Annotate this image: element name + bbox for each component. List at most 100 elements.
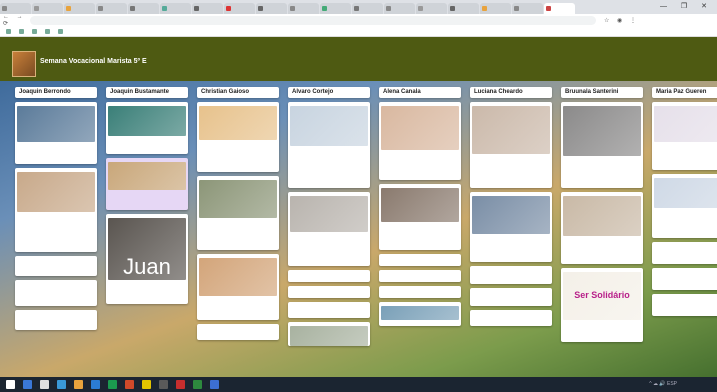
column-header[interactable]: Joaquin Berrondo [15,87,97,98]
juan-caption: Juan [123,254,171,279]
post-card[interactable] [288,102,370,188]
post-image [472,196,550,234]
column-header[interactable]: Alvaro Cortejo [288,87,370,98]
browser-tab[interactable] [128,3,159,14]
system-tray[interactable]: ^ ☁ 🔊 ESP [649,381,677,387]
column-header[interactable]: Joaquin Bustamante [106,87,188,98]
bookmark-item[interactable] [19,28,26,34]
post-card[interactable] [470,192,552,262]
post-card[interactable] [15,102,97,164]
taskbar-app-icon[interactable] [74,380,83,389]
post-card[interactable] [15,280,97,306]
post-card[interactable] [379,302,461,326]
browser-tab[interactable] [320,3,351,14]
taskbar-app-icon[interactable] [159,380,168,389]
post-card[interactable] [470,288,552,306]
bookmark-item[interactable] [58,28,65,34]
post-card[interactable] [652,268,717,290]
taskbar-app-icon[interactable] [125,380,134,389]
column-header[interactable]: Christian Gaioso [197,87,279,98]
post-image [17,172,95,212]
post-card[interactable] [561,102,643,188]
taskbar-app-icon[interactable] [40,380,49,389]
post-card[interactable] [652,102,717,170]
post-card[interactable] [288,302,370,318]
post-card[interactable] [470,102,552,188]
post-image [381,106,459,150]
post-card[interactable]: Ser Solidário [561,268,643,342]
board-header: Semana Vocacional Marista 5º E [0,37,717,81]
bookmark-item[interactable] [45,28,52,34]
bookmark-item[interactable] [32,28,39,34]
column-header[interactable]: Luciana Cheardo [470,87,552,98]
browser-tab[interactable] [0,3,31,14]
taskbar-app-icon[interactable] [176,380,185,389]
post-card[interactable] [197,176,279,250]
taskbar-app-icon[interactable] [108,380,117,389]
post-card[interactable] [106,158,188,210]
board-column: Maria Paz Gueren [652,87,717,320]
browser-tab[interactable] [352,3,383,14]
browser-tab[interactable] [384,3,415,14]
browser-tab[interactable] [160,3,191,14]
browser-tab[interactable] [224,3,255,14]
browser-tab[interactable] [416,3,447,14]
post-card[interactable] [288,192,370,266]
browser-tab[interactable] [256,3,287,14]
tab-favicon-icon [130,6,135,11]
post-card[interactable] [15,168,97,252]
taskbar-app-icon[interactable] [142,380,151,389]
post-card[interactable] [15,310,97,330]
post-card[interactable] [197,324,279,340]
bookmark-icon [19,28,24,34]
post-image [381,306,459,320]
board-column: Alena Canala [379,87,461,330]
post-card[interactable] [652,242,717,264]
post-card[interactable] [379,254,461,266]
column-header[interactable]: Bruunala Santerini [561,87,643,98]
post-card[interactable] [379,102,461,180]
browser-tab[interactable] [544,3,575,14]
taskbar-app-icon[interactable] [23,380,32,389]
bookmark-icon [45,28,50,34]
post-card[interactable] [379,270,461,282]
post-card[interactable] [106,102,188,154]
taskbar-app-icon[interactable] [193,380,202,389]
post-card[interactable] [470,266,552,284]
post-image [290,196,368,232]
browser-tab[interactable] [32,3,63,14]
post-card[interactable] [197,102,279,172]
extension-icons[interactable]: ☆ ◉ ⋮ [604,17,639,24]
post-card[interactable] [288,270,370,282]
post-card[interactable] [379,286,461,298]
tab-favicon-icon [386,6,391,11]
post-card[interactable] [652,294,717,316]
column-header[interactable]: Maria Paz Gueren [652,87,717,98]
post-card[interactable] [288,286,370,298]
window-controls[interactable]: — ❐ ✕ [660,2,713,10]
post-card[interactable]: Juan [106,214,188,304]
browser-tab[interactable] [480,3,511,14]
browser-tab[interactable] [192,3,223,14]
browser-tab[interactable] [96,3,127,14]
browser-tab[interactable] [64,3,95,14]
post-card[interactable] [197,254,279,320]
browser-tab[interactable] [288,3,319,14]
url-input[interactable] [30,15,596,25]
post-card[interactable] [470,310,552,326]
post-card[interactable] [15,256,97,276]
bookmark-item[interactable] [6,28,13,34]
post-card[interactable] [561,192,643,264]
column-header[interactable]: Alena Canala [379,87,461,98]
browser-tab[interactable] [448,3,479,14]
windows-start-icon[interactable] [6,380,15,389]
post-card[interactable] [288,322,370,346]
board-column: Bruunala Santerini Ser Solidário [561,87,643,346]
post-card[interactable] [652,174,717,238]
taskbar-app-icon[interactable] [57,380,66,389]
taskbar-app-icon[interactable] [91,380,100,389]
browser-tab[interactable] [512,3,543,14]
navigation-icons[interactable]: ← → ⟳ [3,14,27,27]
taskbar-app-icon[interactable] [210,380,219,389]
post-card[interactable] [379,184,461,250]
